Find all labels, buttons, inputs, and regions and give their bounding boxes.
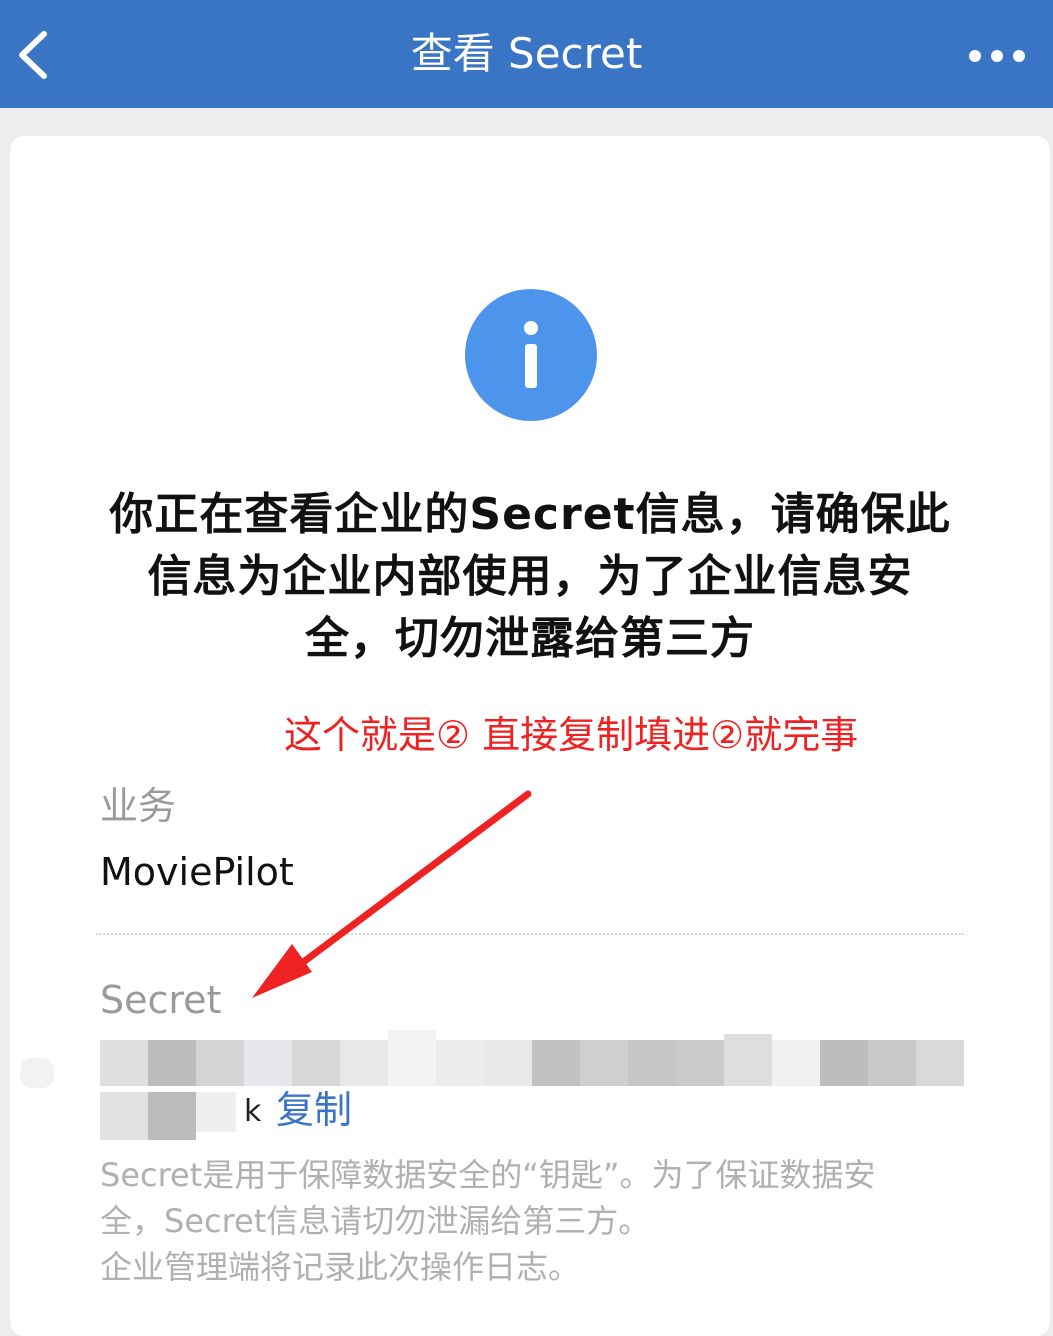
more-dots-icon (969, 50, 1025, 62)
business-value: MoviePilot (100, 850, 294, 894)
redacted-secret-value (100, 1030, 964, 1140)
secret-visible-tail: k (244, 1094, 262, 1129)
page-title: 查看 Secret (410, 29, 643, 78)
secret-label: Secret (100, 978, 222, 1022)
redaction-fragment (20, 1058, 54, 1088)
copy-button[interactable]: 复制 (276, 1086, 352, 1134)
headline-line: 全，切勿泄露给第三方 (305, 613, 755, 664)
divider (96, 933, 964, 935)
info-icon (464, 288, 598, 422)
help-line: 全，Secret信息请切勿泄漏给第三方。 (100, 1202, 651, 1240)
headline-line: 信息为企业内部使用，为了企业信息安 (147, 551, 913, 602)
navigation-bar: 查看 Secret (0, 0, 1053, 108)
help-text: Secret是用于保障数据安全的“钥匙”。为了保证数据安 全，Secret信息请… (100, 1152, 940, 1290)
annotation-text: 这个就是② 直接复制填进②就完事 (284, 713, 859, 757)
business-label: 业务 (100, 784, 177, 828)
more-button[interactable] (967, 36, 1027, 76)
help-line: 企业管理端将记录此次操作日志。 (100, 1248, 581, 1286)
headline-line: 你正在查看企业的Secret信息，请确保此 (109, 489, 951, 540)
help-line: Secret是用于保障数据安全的“钥匙”。为了保证数据安 (100, 1156, 876, 1194)
warning-headline: 你正在查看企业的Secret信息，请确保此 信息为企业内部使用，为了企业信息安 … (90, 484, 970, 670)
